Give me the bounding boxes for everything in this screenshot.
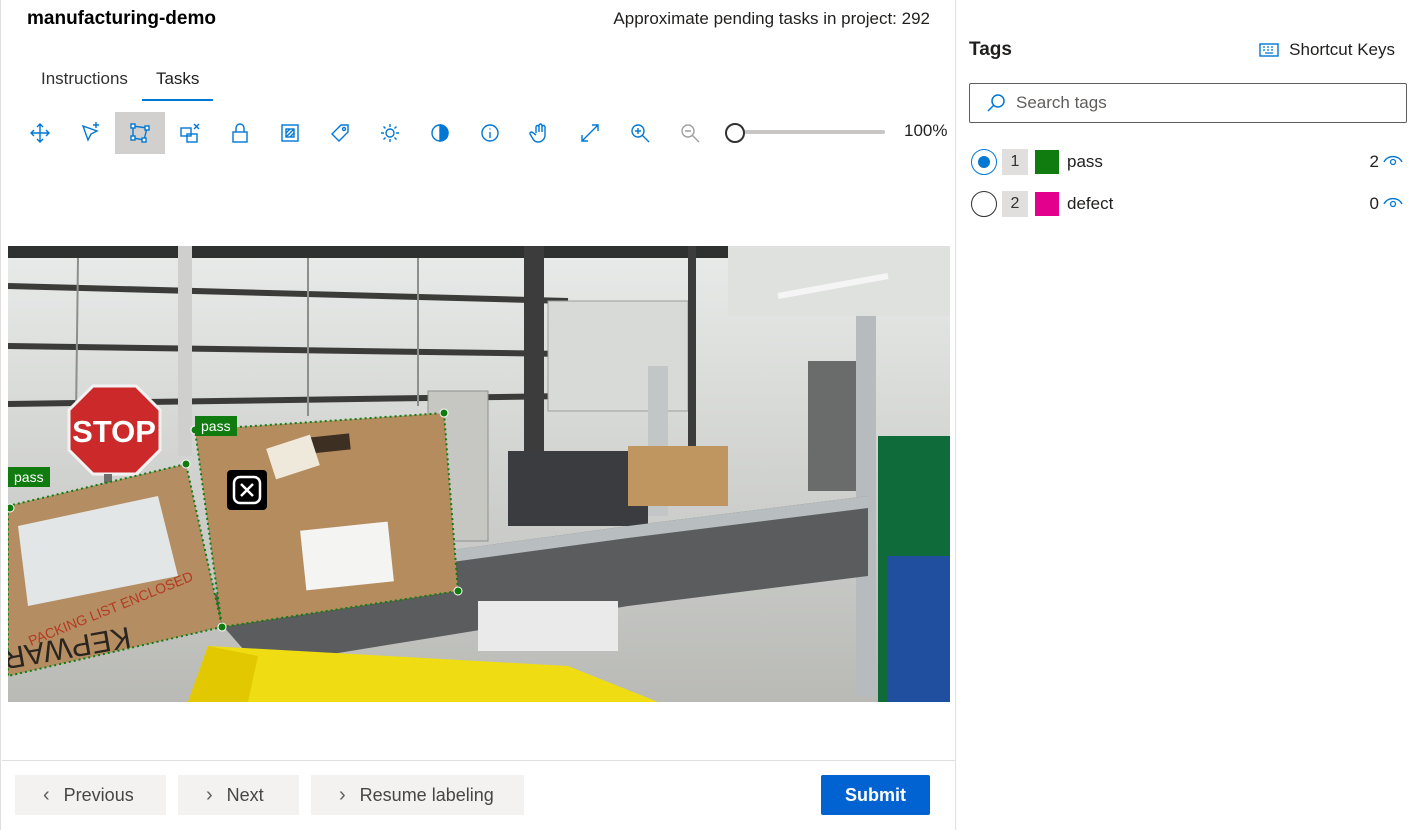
region-tool-button[interactable] [165,112,215,154]
previous-button[interactable]: ‹ Previous [15,775,166,815]
tags-panel: Tags Shortcut Keys 1 pass 2 2 defect 0 [957,0,1413,830]
region-icon [180,123,200,143]
keyboard-icon [1259,43,1279,57]
zoom-out-button[interactable] [665,112,715,154]
shortcut-keys-label: Shortcut Keys [1289,40,1395,59]
tag-color-swatch [1035,150,1059,174]
pan-tool-button[interactable] [515,112,565,154]
radio-dot [978,156,990,168]
toolbar: 100% [15,112,947,154]
fit-icon [581,124,599,142]
search-icon [987,94,1005,112]
tag-name: defect [1067,194,1114,213]
polygon-icon [130,123,150,143]
move-icon [30,123,50,143]
tag-row-pass[interactable]: 1 pass 2 [971,147,1407,177]
brightness-tool-button[interactable] [365,112,415,154]
tag-search-box [969,83,1407,123]
tag-hotkey: 2 [1002,191,1028,217]
tag-hotkey: 1 [1002,149,1028,175]
image-canvas[interactable]: STOP PACKING LIST ENCLOSED KEPWARE pass … [8,246,950,702]
project-title: manufacturing-demo [27,8,216,29]
previous-button-label: Previous [63,784,134,805]
tab-bar: Instructions Tasks [27,66,214,101]
next-button[interactable]: › Next [178,775,299,815]
footer-divider [2,760,956,761]
tag-radio-pass[interactable] [971,149,997,175]
delete-region-button[interactable] [227,470,267,510]
resume-labeling-label: Resume labeling [359,784,494,805]
info-tool-button[interactable] [465,112,515,154]
tag-name: pass [1067,152,1103,171]
chevron-left-icon: ‹ [43,783,50,806]
add-point-tool-button[interactable] [65,112,115,154]
pending-tasks-count: Approximate pending tasks in project: 29… [613,9,930,28]
tag-row-defect[interactable]: 2 defect 0 [971,189,1407,219]
zoom-slider-thumb[interactable] [725,123,745,143]
lock-icon [232,123,248,143]
lock-tool-button[interactable] [215,112,265,154]
factory-photo: STOP PACKING LIST ENCLOSED KEPWARE [8,246,950,702]
submit-button[interactable]: Submit [821,775,930,815]
add-point-icon [81,122,99,142]
tag-count: 0 [1369,194,1379,213]
tab-instructions[interactable]: Instructions [27,66,142,101]
zoom-in-button[interactable] [615,112,665,154]
tag-tool-button[interactable] [315,112,365,154]
zoom-in-icon [631,124,650,143]
tag-icon [331,124,349,142]
crop-icon [281,124,299,142]
tags-title: Tags [969,39,1012,60]
tag-color-swatch [1035,192,1059,216]
labeling-pane: manufacturing-demo Approximate pending t… [0,0,956,830]
contrast-icon [431,124,449,142]
tag-radio-defect[interactable] [971,191,997,217]
next-button-label: Next [226,784,264,805]
eye-icon[interactable] [1383,153,1403,167]
crop-tool-button[interactable] [265,112,315,154]
move-tool-button[interactable] [15,112,65,154]
eye-icon[interactable] [1383,195,1403,209]
zoom-slider[interactable] [725,123,895,143]
tag-search-input[interactable] [1016,93,1396,113]
shortcut-keys-button[interactable]: Shortcut Keys [1259,40,1395,60]
polygon-tool-button[interactable] [115,112,165,154]
resume-labeling-button[interactable]: › Resume labeling [311,775,524,815]
zoom-slider-track [737,130,885,134]
annotation-label[interactable]: pass [8,467,50,487]
pan-hand-icon [529,123,546,143]
annotation-label[interactable]: pass [195,416,237,436]
zoom-value: 100% [904,121,948,140]
tag-count: 2 [1369,152,1379,171]
info-icon [481,124,499,142]
tab-tasks[interactable]: Tasks [141,66,214,101]
contrast-tool-button[interactable] [415,112,465,154]
chevron-right-icon: › [339,783,346,806]
brightness-icon [381,124,399,142]
chevron-right-icon: › [206,783,213,806]
close-box-icon [232,475,262,505]
fit-tool-button[interactable] [565,112,615,154]
svg-text:STOP: STOP [72,414,156,449]
zoom-out-icon [681,124,700,143]
